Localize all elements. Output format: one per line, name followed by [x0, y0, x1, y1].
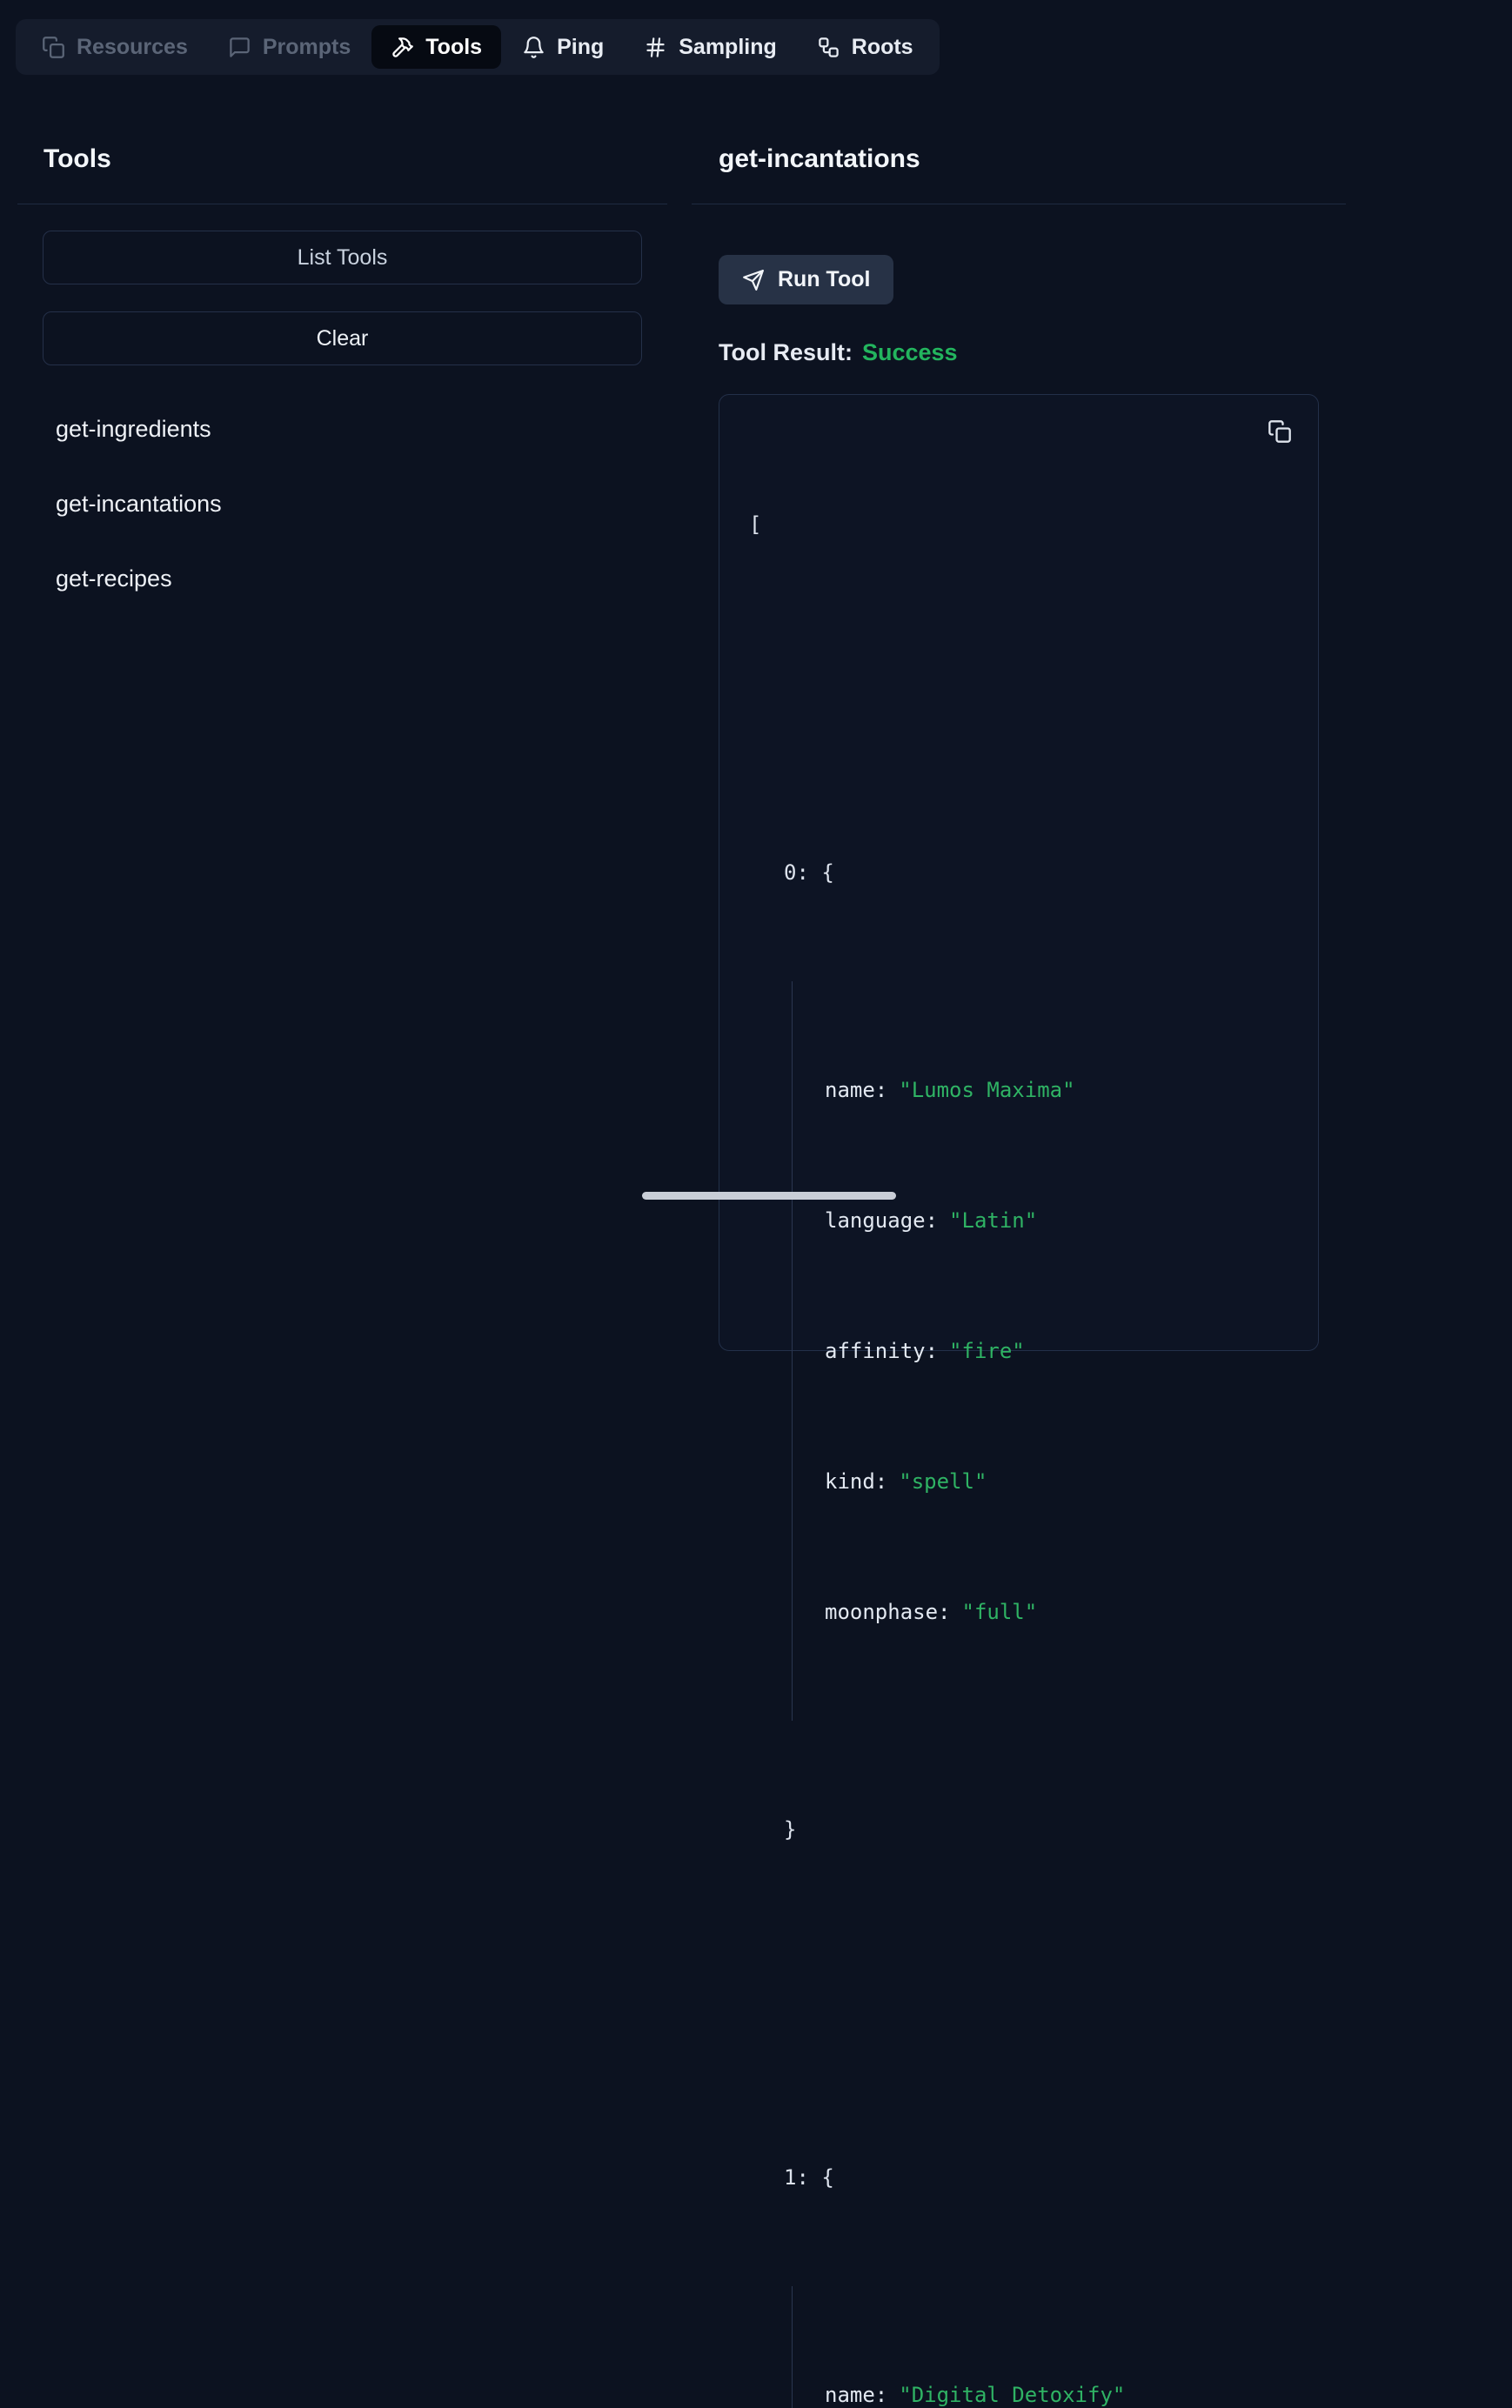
tool-result-status: Success	[862, 339, 958, 365]
tools-panel: Tools List Tools Clear get-ingredients g…	[17, 144, 667, 639]
horizontal-scrollbar-thumb[interactable]	[642, 1192, 896, 1200]
json-tree: [ 0: { name:"Lumos Maxima" language:"Lat…	[749, 416, 1288, 2408]
tool-list-item-get-ingredients[interactable]: get-ingredients	[56, 414, 211, 444]
tab-prompts[interactable]: Prompts	[209, 25, 370, 69]
run-tool-label: Run Tool	[778, 267, 870, 292]
tab-sampling[interactable]: Sampling	[625, 25, 796, 69]
json-field: name:"Digital Detoxify"	[825, 2373, 1288, 2408]
tool-result-viewer: [ 0: { name:"Lumos Maxima" language:"Lat…	[719, 394, 1319, 1351]
list-tools-button[interactable]: List Tools	[43, 231, 642, 284]
copy-result-button[interactable]	[1268, 419, 1292, 446]
json-entry-close: }	[784, 1808, 1288, 1851]
json-root-open: [	[749, 503, 1288, 546]
selected-tool-panel: get-incantations Run Tool Tool Result: Su…	[692, 144, 1346, 1351]
tab-ping-label: Ping	[557, 35, 604, 60]
tab-resources-label: Resources	[77, 35, 188, 60]
clear-button[interactable]: Clear	[43, 311, 642, 365]
json-field: language:"Latin"	[825, 1199, 1288, 1242]
copy-icon	[1268, 419, 1292, 444]
tab-roots-label: Roots	[852, 35, 913, 60]
tab-bar: Resources Prompts Tools Ping Sampling Ro…	[16, 19, 940, 75]
selected-tool-title: get-incantations	[719, 144, 1346, 174]
json-entry-children: name:"Digital Detoxify" language:"Englis…	[792, 2286, 1288, 2408]
tab-tools-label: Tools	[425, 35, 482, 60]
json-entry-1: 1: { name:"Digital Detoxify" language:"E…	[784, 2069, 1288, 2408]
tab-resources[interactable]: Resources	[23, 25, 207, 69]
tab-ping[interactable]: Ping	[503, 25, 623, 69]
tree-hierarchy-icon	[817, 36, 840, 59]
run-tool-button[interactable]: Run Tool	[719, 255, 893, 304]
tool-result-line: Tool Result: Success	[719, 339, 1346, 366]
bell-icon	[522, 36, 545, 59]
json-entry-open: 1: {	[784, 2156, 1288, 2199]
json-field: moonphase:"full"	[825, 1590, 1288, 1634]
hash-icon	[644, 36, 667, 59]
tool-list-item-get-recipes[interactable]: get-recipes	[56, 564, 172, 593]
tool-list-item-get-incantations[interactable]: get-incantations	[56, 489, 222, 518]
json-entry-open: 0: {	[784, 851, 1288, 894]
json-entry-children: name:"Lumos Maxima" language:"Latin" aff…	[792, 981, 1288, 1721]
tool-result-label: Tool Result:	[719, 339, 853, 365]
json-entry-0: 0: { name:"Lumos Maxima" language:"Latin…	[784, 764, 1288, 1938]
json-entries: 0: { name:"Lumos Maxima" language:"Latin…	[784, 633, 1288, 2408]
resources-files-icon	[42, 36, 65, 59]
send-icon	[742, 269, 765, 291]
tool-list: get-ingredients get-incantations get-rec…	[17, 414, 667, 593]
tab-roots[interactable]: Roots	[798, 25, 933, 69]
tab-prompts-label: Prompts	[263, 35, 351, 60]
json-field: kind:"spell"	[825, 1460, 1288, 1503]
tab-tools[interactable]: Tools	[371, 25, 501, 69]
hammer-icon	[391, 36, 414, 59]
tools-panel-title: Tools	[43, 144, 667, 174]
tab-sampling-label: Sampling	[679, 35, 777, 60]
chat-bubble-icon	[228, 36, 251, 59]
json-field: name:"Lumos Maxima"	[825, 1068, 1288, 1112]
json-field: affinity:"fire"	[825, 1329, 1288, 1373]
